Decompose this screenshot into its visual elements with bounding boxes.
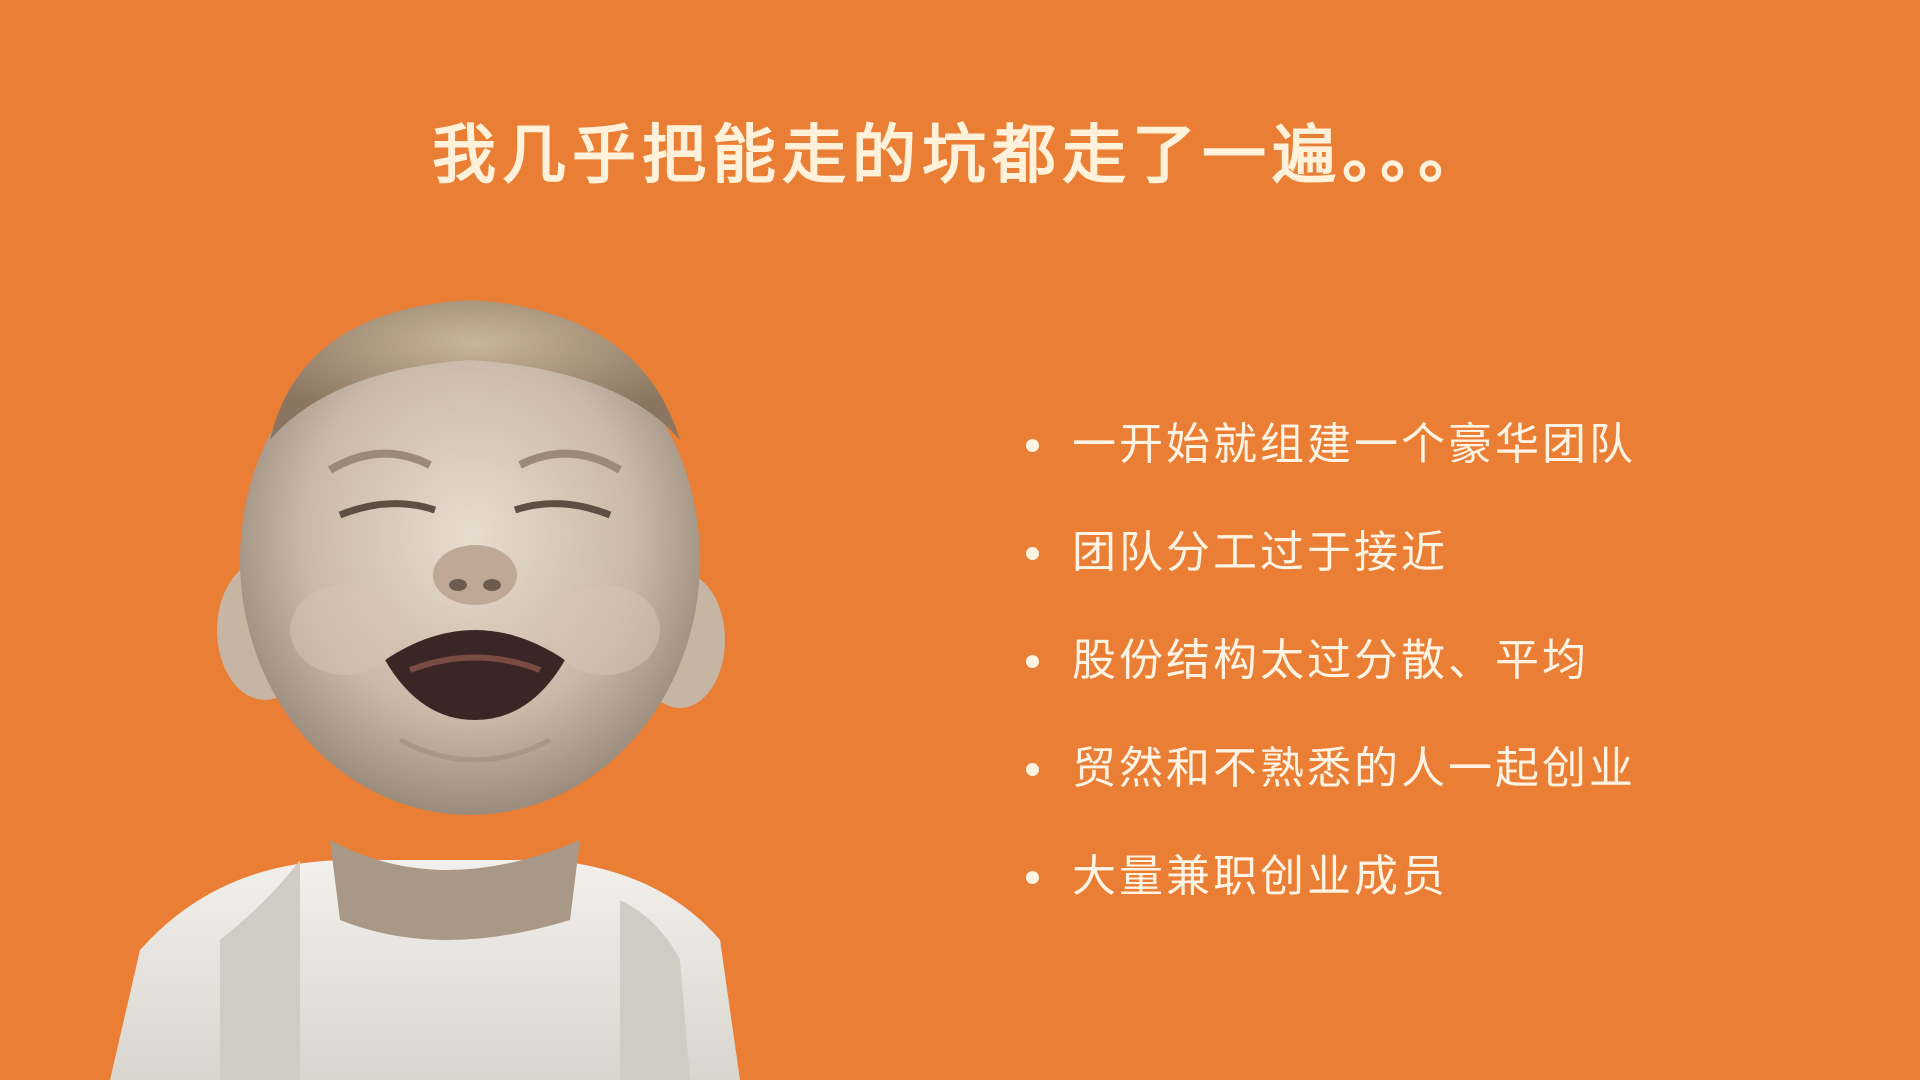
bullet-text: 贸然和不熟悉的人一起创业 — [1072, 743, 1636, 794]
bullet-item: 团队分工过于接近 — [1022, 523, 1636, 583]
bullet-dot-icon — [1026, 871, 1039, 884]
bullet-dot-icon — [1026, 547, 1039, 560]
bullet-list: 一开始就组建一个豪华团队 团队分工过于接近 股份结构太过分散、平均 贸然和不熟悉… — [1022, 415, 1636, 955]
bullet-text: 一开始就组建一个豪华团队 — [1072, 419, 1636, 470]
bullet-item: 一开始就组建一个豪华团队 — [1022, 415, 1636, 475]
bullet-item: 大量兼职创业成员 — [1022, 847, 1636, 907]
bullet-text: 团队分工过于接近 — [1072, 527, 1448, 578]
bullet-dot-icon — [1026, 763, 1039, 776]
bullet-item: 贸然和不熟悉的人一起创业 — [1022, 739, 1636, 799]
slide-title: 我几乎把能走的坑都走了一遍。。。 — [432, 119, 1488, 193]
bullet-text: 大量兼职创业成员 — [1072, 851, 1448, 902]
bullet-text: 股份结构太过分散、平均 — [1072, 635, 1589, 686]
crying-baby-photo — [100, 300, 800, 1080]
bullet-dot-icon — [1026, 655, 1039, 668]
slide: 我几乎把能走的坑都走了一遍。。。 一开始就组建一个豪华团队 团队分工过于接近 股… — [0, 0, 1920, 1080]
bullet-dot-icon — [1026, 439, 1039, 452]
bullet-item: 股份结构太过分散、平均 — [1022, 631, 1636, 691]
